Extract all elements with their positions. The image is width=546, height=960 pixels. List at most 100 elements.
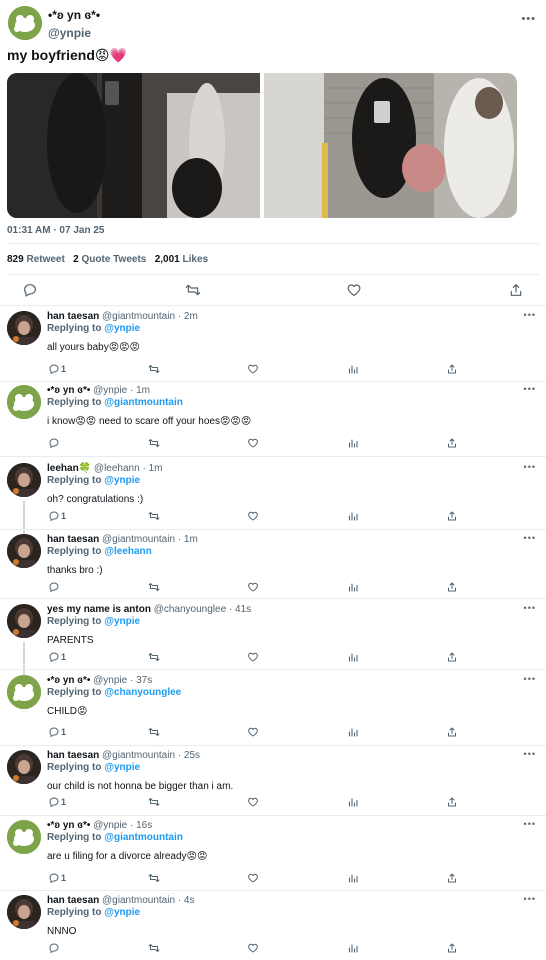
more-options-icon[interactable]: •••	[524, 534, 536, 543]
analytics-icon[interactable]	[347, 651, 359, 663]
retweet-icon[interactable]	[148, 726, 160, 738]
more-options-icon[interactable]: •••	[524, 895, 536, 904]
retweet-icon[interactable]	[148, 651, 160, 663]
reply-tweet[interactable]: •*ʚ yn ɞ*• @ynpie · 37s Replying to @cha…	[0, 675, 546, 738]
tweet-photo-1[interactable]	[7, 73, 260, 218]
share-icon[interactable]	[446, 726, 458, 738]
retweet-label[interactable]: Retweet	[26, 254, 64, 265]
reply-icon[interactable]	[48, 872, 60, 884]
share-icon[interactable]	[446, 796, 458, 808]
more-options-icon[interactable]: •••	[524, 820, 536, 829]
more-options-icon[interactable]: •••	[524, 463, 536, 472]
reply-tweet[interactable]: •*ʚ yn ɞ*• @ynpie · 1m Replying to @gian…	[0, 385, 546, 448]
author-handle[interactable]: @ynpie	[48, 26, 91, 40]
reply-tweet[interactable]: han taesan @giantmountain · 4s Replying …	[0, 895, 546, 955]
retweet-icon[interactable]	[148, 437, 160, 449]
reply-display-name[interactable]: han taesan	[47, 750, 99, 761]
reply-handle-time[interactable]: @chanyounglee · 41s	[154, 604, 251, 615]
reply-tweet[interactable]: yes my name is anton @chanyounglee · 41s…	[0, 604, 546, 707]
more-options-icon[interactable]: •••	[524, 311, 536, 320]
retweet-icon[interactable]	[148, 872, 160, 884]
reply-icon[interactable]	[48, 726, 60, 738]
reply-avatar[interactable]	[7, 750, 41, 784]
replying-to-mention[interactable]: @giantmountain	[104, 397, 183, 408]
reply-handle-time[interactable]: @giantmountain · 25s	[102, 750, 200, 761]
like-label[interactable]: Likes	[183, 254, 209, 265]
replying-to-mention[interactable]: @leehann	[104, 546, 152, 557]
analytics-icon[interactable]	[347, 581, 359, 593]
share-icon[interactable]	[508, 282, 524, 298]
quote-count[interactable]: 2	[73, 254, 79, 265]
reply-tweet[interactable]: han taesan @giantmountain · 25s Replying…	[0, 750, 546, 810]
reply-icon[interactable]	[48, 796, 60, 808]
reply-display-name[interactable]: yes my name is anton	[47, 604, 151, 615]
reply-tweet[interactable]: han taesan @giantmountain · 2m Replying …	[0, 311, 546, 374]
reply-handle-time[interactable]: @giantmountain · 4s	[102, 895, 194, 906]
replying-to-mention[interactable]: @ynpie	[104, 762, 140, 773]
replying-to-mention[interactable]: @ynpie	[104, 475, 140, 486]
reply-avatar[interactable]	[7, 675, 41, 709]
reply-icon[interactable]	[48, 437, 60, 449]
share-icon[interactable]	[446, 510, 458, 522]
reply-display-name[interactable]: leehan🍀	[47, 463, 91, 474]
reply-avatar[interactable]	[7, 604, 41, 638]
reply-tweet[interactable]: leehan🍀 @leehann · 1m Replying to @ynpie…	[0, 463, 546, 566]
more-options-icon[interactable]: •••	[524, 385, 536, 394]
reply-display-name[interactable]: •*ʚ yn ɞ*•	[47, 385, 90, 396]
share-icon[interactable]	[446, 872, 458, 884]
heart-icon[interactable]	[247, 363, 259, 375]
reply-icon[interactable]	[48, 581, 60, 593]
reply-icon[interactable]	[48, 510, 60, 522]
more-options-icon[interactable]: •••	[521, 14, 536, 25]
reply-handle-time[interactable]: @ynpie · 1m	[93, 385, 150, 396]
analytics-icon[interactable]	[347, 796, 359, 808]
reply-handle-time[interactable]: @giantmountain · 2m	[102, 311, 198, 322]
analytics-icon[interactable]	[347, 363, 359, 375]
replying-to-mention[interactable]: @ynpie	[104, 616, 140, 627]
reply-handle-time[interactable]: @ynpie · 37s	[93, 675, 152, 686]
retweet-icon[interactable]	[185, 282, 201, 298]
replying-to-mention[interactable]: @giantmountain	[104, 832, 183, 843]
heart-icon[interactable]	[247, 872, 259, 884]
analytics-icon[interactable]	[347, 726, 359, 738]
replying-to-mention[interactable]: @ynpie	[104, 907, 140, 918]
reply-icon[interactable]	[48, 651, 60, 663]
heart-icon[interactable]	[247, 726, 259, 738]
reply-avatar[interactable]	[7, 463, 41, 497]
reply-handle-time[interactable]: @giantmountain · 1m	[102, 534, 198, 545]
analytics-icon[interactable]	[347, 872, 359, 884]
heart-icon[interactable]	[346, 282, 362, 298]
heart-icon[interactable]	[247, 651, 259, 663]
reply-icon[interactable]	[22, 282, 38, 298]
reply-display-name[interactable]: •*ʚ yn ɞ*•	[47, 675, 90, 686]
reply-display-name[interactable]: han taesan	[47, 534, 99, 545]
retweet-count[interactable]: 829	[7, 254, 24, 265]
reply-display-name[interactable]: •*ʚ yn ɞ*•	[47, 820, 90, 831]
author-display-name[interactable]: •*ʚ yn ɞ*•	[48, 8, 100, 22]
reply-icon[interactable]	[48, 942, 60, 954]
retweet-icon[interactable]	[148, 581, 160, 593]
analytics-icon[interactable]	[347, 510, 359, 522]
replying-to-mention[interactable]: @ynpie	[104, 323, 140, 334]
reply-handle-time[interactable]: @ynpie · 16s	[93, 820, 152, 831]
share-icon[interactable]	[446, 651, 458, 663]
author-avatar[interactable]	[8, 6, 42, 40]
heart-icon[interactable]	[247, 942, 259, 954]
reply-icon[interactable]	[48, 363, 60, 375]
reply-avatar[interactable]	[7, 895, 41, 929]
more-options-icon[interactable]: •••	[524, 604, 536, 613]
retweet-icon[interactable]	[148, 942, 160, 954]
reply-tweet[interactable]: han taesan @giantmountain · 1m Replying …	[0, 534, 546, 594]
reply-avatar[interactable]	[7, 311, 41, 345]
reply-handle-time[interactable]: @leehann · 1m	[94, 463, 163, 474]
reply-avatar[interactable]	[7, 534, 41, 568]
heart-icon[interactable]	[247, 437, 259, 449]
more-options-icon[interactable]: •••	[524, 750, 536, 759]
reply-avatar[interactable]	[7, 820, 41, 854]
quote-label[interactable]: Quote Tweets	[82, 254, 147, 265]
retweet-icon[interactable]	[148, 796, 160, 808]
reply-display-name[interactable]: han taesan	[47, 311, 99, 322]
tweet-photo-2[interactable]	[264, 73, 517, 218]
replying-to-mention[interactable]: @chanyounglee	[104, 687, 181, 698]
share-icon[interactable]	[446, 942, 458, 954]
